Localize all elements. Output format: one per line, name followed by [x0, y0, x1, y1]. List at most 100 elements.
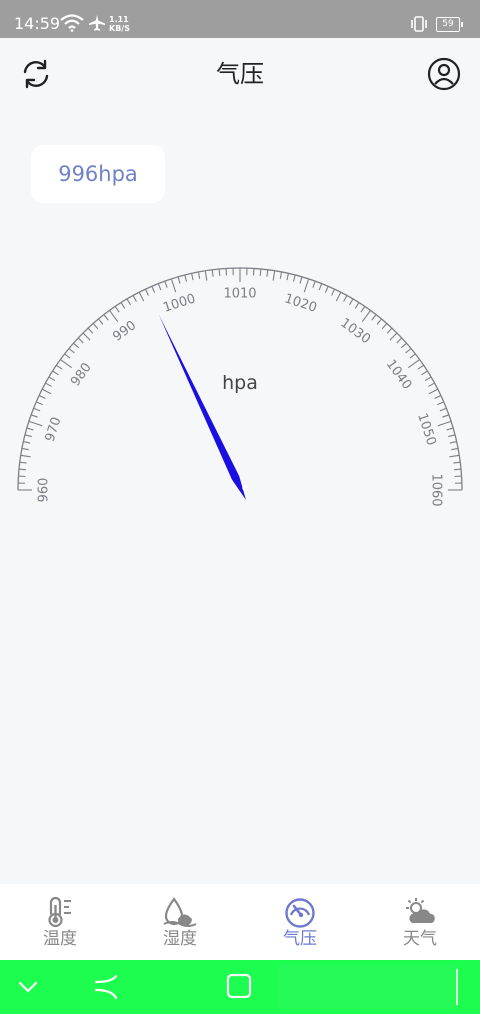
gauge-tick-label: 1030 [337, 316, 373, 348]
gauge-tick [405, 348, 412, 354]
tab-humidity[interactable]: 湿度 [120, 884, 240, 960]
chevron-down-icon[interactable] [16, 975, 40, 999]
gauge-tick [68, 348, 75, 354]
gauge-tick [114, 306, 120, 313]
gauge-tick [103, 314, 109, 321]
gauge-tick [376, 318, 382, 325]
gauge-tick [434, 394, 442, 399]
gauge-tick-label: 990 [110, 318, 139, 345]
tab-weather-label: 天气 [403, 929, 437, 949]
gauge-tick-label: 970 [43, 415, 65, 443]
page-title: 气压 [216, 60, 264, 88]
pressure-value-card: 996hpa [31, 145, 165, 203]
network-speed-value: 1.11 [109, 15, 129, 24]
tab-temperature-label: 温度 [43, 929, 77, 949]
gauge-tick [324, 286, 329, 293]
gauge-tick [92, 323, 99, 330]
gauge-tick [259, 268, 262, 277]
gauge-tick [381, 323, 388, 330]
gauge-tick [272, 270, 276, 281]
gauge-tick [279, 271, 283, 279]
gauge-tick [371, 314, 377, 321]
gauge-tick [20, 454, 31, 458]
gauge-tick [389, 332, 398, 341]
gauge-tick [360, 306, 366, 313]
gauge-unit-label: hpa [222, 372, 258, 394]
gauge-tick [36, 401, 43, 406]
humidity-drop-icon [163, 897, 197, 927]
gauge-tick [21, 447, 29, 451]
gauge-tick [170, 278, 177, 293]
gauge-tick [120, 302, 126, 309]
gauge-tick [144, 288, 149, 296]
gauge-tick [24, 434, 32, 438]
tab-pressure[interactable]: 气压 [240, 884, 360, 960]
gauge-tick [303, 278, 310, 293]
gauge-tick [126, 298, 132, 306]
gauge-tick [26, 427, 34, 431]
gauge-tick [177, 276, 181, 284]
gauge-tick [417, 364, 424, 370]
gauge-tick [312, 280, 316, 288]
gauge-tick [18, 468, 27, 471]
gauge-tick [45, 382, 52, 387]
status-bar: 14:59 1.11 KB/S 59 [0, 0, 480, 38]
gauge-tick [87, 327, 94, 334]
tab-temperature[interactable]: 温度 [0, 884, 120, 960]
gauge-tick [211, 269, 214, 277]
gauge-tick [82, 332, 91, 341]
gauge-tick [60, 359, 73, 369]
gauge-tick [38, 394, 46, 399]
gauge-needle [158, 314, 246, 500]
gauge-tick [442, 414, 450, 418]
gauge-tick [386, 327, 393, 334]
home-button-icon[interactable] [226, 973, 252, 999]
gauge-tick-label: 1000 [161, 291, 197, 315]
gauge-tick [437, 420, 452, 427]
status-time: 14:59 [14, 14, 61, 33]
user-profile-icon[interactable] [427, 57, 461, 91]
gauge-tick-label: 1050 [414, 411, 438, 447]
gauge-tick [446, 427, 454, 431]
gauge-tick [424, 376, 432, 382]
gauge-tick-label: 1060 [429, 473, 444, 506]
gauge-tick [318, 283, 323, 291]
gauge-tick [299, 276, 303, 284]
gauge-tick-label: 1020 [283, 291, 319, 315]
bottom-tab-bar: 温度 湿度 气压 天气 [0, 884, 480, 960]
gauge-tick [138, 291, 145, 302]
gauge-tick [421, 370, 428, 376]
gauge-tick [164, 280, 168, 288]
gauge-tick [157, 283, 162, 291]
back-gesture-icon[interactable] [92, 972, 120, 1000]
pressure-gauge: 960 970 980 990 1000 1010 1020 1030 1040 1050 1060… [17, 267, 463, 507]
gauge-tick [439, 407, 447, 412]
gauge-tick [286, 273, 289, 281]
gauge-tick [409, 353, 416, 359]
gauge-tick [348, 298, 354, 306]
recent-apps-blur-icon [278, 965, 458, 1009]
gauge-tick [428, 382, 435, 387]
gauge-tick [400, 342, 407, 349]
weather-sun-cloud-icon [406, 898, 435, 923]
gauge-tick [109, 310, 119, 323]
gauge-tick [292, 274, 296, 282]
gauge-tick [204, 270, 208, 281]
gauge-tick [30, 414, 38, 418]
gauge-tick [361, 310, 371, 323]
gauge-tick [19, 461, 27, 464]
gauge-tick-label: 1010 [223, 287, 256, 302]
gauge-tick [23, 441, 31, 444]
gauge-tick [48, 376, 56, 382]
gauge-tick [151, 286, 156, 293]
system-navigation-bar [0, 960, 480, 1014]
gauge-tick [73, 342, 80, 349]
gauge-tick [197, 271, 201, 279]
gauge-needle-pin [242, 484, 249, 492]
gauge-tick-label: 1040 [383, 357, 415, 393]
gauge-tick [52, 370, 59, 376]
gauge-icon [285, 898, 315, 928]
tab-weather[interactable]: 天气 [360, 884, 480, 960]
wifi-icon [60, 14, 84, 32]
gauge-tick [98, 318, 104, 325]
